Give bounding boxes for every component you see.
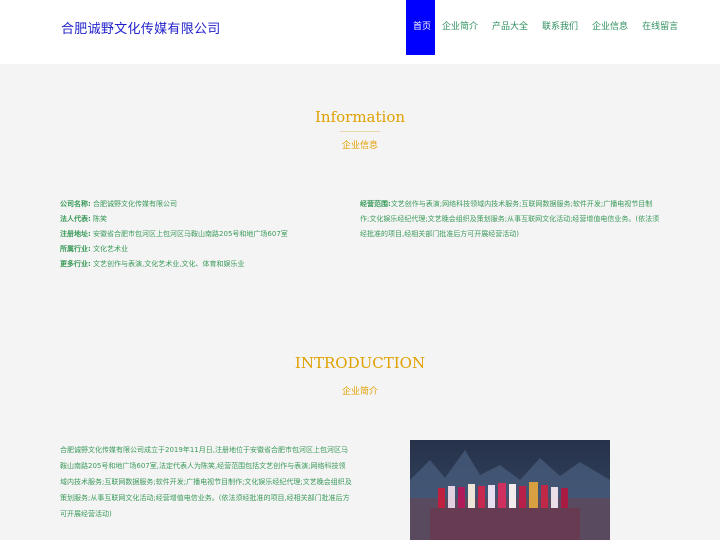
scope-key: 经营范围: [360,200,391,208]
site-title[interactable]: 合肥诚野文化传媒有限公司 [61,18,221,37]
company-info-list: 公司名称: 合肥诚野文化传媒有限公司 法人代表: 陈笑 注册地址: 安徽省合肥市… [60,197,340,272]
intro-title: INTRODUCTION [294,354,426,372]
info-key: 注册地址: [60,230,91,238]
info-value: 安徽省合肥市包河区上包河区马鞍山南路205号和地广场607室 [93,230,288,238]
intro-subtitle: 企业简介 [341,387,378,397]
scope-value: 文艺创作与表演;网络科技领域内技术服务;互联网数据服务;软件开发;广播电视节目制… [360,200,660,238]
info-value: 陈笑 [93,215,108,223]
info-value: 合肥诚野文化传媒有限公司 [93,200,178,208]
nav-message[interactable]: 在线留言 [635,0,685,55]
nav-about[interactable]: 企业简介 [435,0,485,55]
info-key: 法人代表: [60,215,91,223]
info-key: 公司名称: [60,200,91,208]
info-row-legal-rep: 法人代表: 陈笑 [60,212,340,227]
business-scope: 经营范围:文艺创作与表演;网络科技领域内技术服务;互联网数据服务;软件开发;广播… [360,197,660,242]
company-photo [410,440,610,540]
main-nav: 首页 企业简介 产品大全 联系我们 企业信息 在线留言 [406,0,685,55]
info-value: 文艺创作与表演,文化艺术业,文化、体育和娱乐业 [93,260,245,268]
info-title: Information [314,108,406,126]
info-row-name: 公司名称: 合肥诚野文化传媒有限公司 [60,197,340,212]
info-subtitle: 企业信息 [341,141,378,151]
info-value: 文化艺术业 [93,245,129,253]
nav-home[interactable]: 首页 [406,0,435,55]
info-key: 更多行业: [60,260,91,268]
intro-text: 合肥诚野文化传媒有限公司成立于2019年11月日,注册地位于安徽省合肥市包河区上… [60,446,352,518]
header: 合肥诚野文化传媒有限公司 首页 企业简介 产品大全 联系我们 企业信息 在线留言 [0,0,720,64]
info-row-more-industry: 更多行业: 文艺创作与表演,文化艺术业,文化、体育和娱乐业 [60,257,340,272]
stage-performance-image [410,440,610,540]
info-divider [340,131,380,132]
nav-contact[interactable]: 联系我们 [535,0,585,55]
nav-company-info[interactable]: 企业信息 [585,0,635,55]
info-key: 所属行业: [60,245,91,253]
info-row-address: 注册地址: 安徽省合肥市包河区上包河区马鞍山南路205号和地广场607室 [60,227,340,242]
info-row-industry: 所属行业: 文化艺术业 [60,242,340,257]
nav-products[interactable]: 产品大全 [485,0,535,55]
